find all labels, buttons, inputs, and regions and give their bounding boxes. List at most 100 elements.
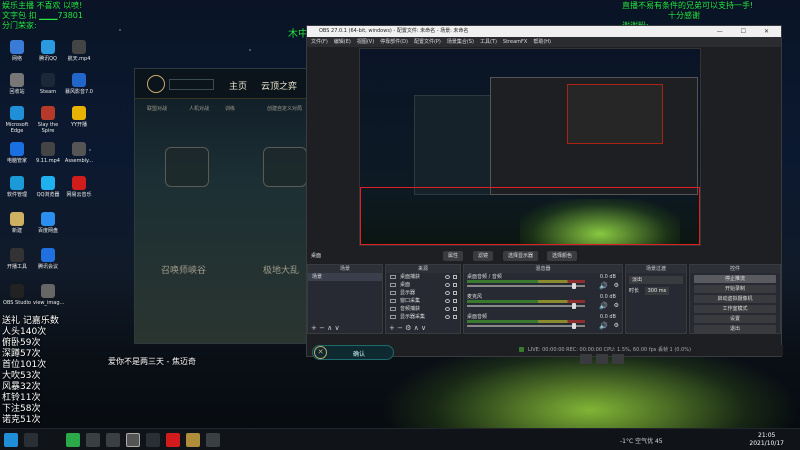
menu-item[interactable]: 配置文件(P) — [414, 39, 441, 45]
nav-tft[interactable]: 云顶之弈 — [261, 79, 297, 92]
visibility-eye-icon[interactable] — [445, 307, 450, 311]
transition-select[interactable]: 淡出 — [629, 276, 683, 284]
confirm-bar[interactable]: ✕ 确认 — [312, 345, 394, 360]
lock-icon[interactable] — [453, 275, 457, 279]
volume-slider-handle[interactable] — [572, 303, 576, 309]
control-button[interactable]: 设置 — [694, 315, 776, 323]
camera-icon[interactable] — [596, 354, 608, 364]
desktop-icon[interactable]: 百度网盘 — [33, 212, 63, 234]
lock-icon[interactable] — [453, 315, 457, 319]
properties-button[interactable]: 属性 — [443, 251, 464, 261]
folder-icon[interactable] — [106, 433, 120, 447]
speaker-icon[interactable]: 🔊 — [599, 322, 608, 330]
lock-icon[interactable] — [453, 283, 457, 287]
desktop-icon[interactable]: 新建 — [2, 212, 32, 234]
league-client-window[interactable]: 主页 云顶之弈 联盟对战 人机对战 训练 创建自定义对局 召唤师峡谷 极地大乱 — [134, 68, 324, 344]
desktop-icon[interactable]: Assembly... — [64, 142, 94, 164]
wechat-icon[interactable] — [66, 433, 80, 447]
desktop-icon[interactable]: 网易云音乐 — [64, 176, 94, 198]
volume-slider[interactable] — [467, 305, 585, 307]
menu-item[interactable]: 工具(T) — [480, 39, 497, 45]
mode-summoners-rift-icon[interactable] — [165, 147, 209, 187]
desktop-icon[interactable]: 腾讯QQ — [33, 40, 63, 62]
volume-slider[interactable] — [467, 285, 585, 287]
gear-icon[interactable]: ⚙ — [614, 302, 619, 309]
control-button[interactable]: 开始录制 — [694, 285, 776, 293]
volume-slider-handle[interactable] — [572, 283, 576, 289]
visibility-eye-icon[interactable] — [445, 315, 450, 319]
confirm-button[interactable]: 确认 — [353, 349, 365, 358]
preview-source-selection[interactable] — [360, 187, 700, 245]
menu-item[interactable]: 视图(V) — [357, 39, 374, 45]
lock-icon[interactable] — [453, 307, 457, 311]
desktop-icon[interactable]: 电脑管家 — [2, 142, 32, 164]
desktop-icon[interactable]: 航天.mp4 — [64, 40, 94, 62]
scene-item[interactable]: 场景 — [308, 273, 382, 281]
desktop-icon[interactable]: 网络 — [2, 40, 32, 62]
visibility-eye-icon[interactable] — [445, 299, 450, 303]
app-taskbar-icon[interactable] — [146, 433, 160, 447]
menu-item[interactable]: 编辑(E) — [334, 39, 351, 45]
file-icon[interactable] — [612, 354, 624, 364]
scenes-footer-controls[interactable]: + − ∧ ∨ — [308, 324, 382, 333]
subnav-training[interactable]: 训练 — [225, 105, 235, 112]
desktop-icon[interactable]: Microsoft Edge — [2, 106, 32, 134]
mode-aram-icon[interactable] — [263, 147, 307, 187]
volume-slider[interactable] — [467, 325, 585, 327]
source-item[interactable]: 桌面捕获 — [386, 273, 460, 281]
obs-window[interactable]: OBS 27.0.1 (64-bit, windows) - 配置文件: 未命名… — [306, 25, 783, 357]
chat-icon[interactable] — [580, 354, 592, 364]
desktop-icon[interactable]: 暴风影音7.0 — [64, 73, 94, 95]
desktop-icon[interactable]: 回收站 — [2, 73, 32, 95]
menu-item[interactable]: 帮助(H) — [533, 39, 551, 45]
menu-item[interactable]: 停靠部件(D) — [380, 39, 408, 45]
gear-icon[interactable]: ⚙ — [614, 322, 619, 329]
obs-taskbar-icon[interactable] — [126, 433, 140, 447]
speaker-icon[interactable]: 🔊 — [599, 302, 608, 310]
source-item[interactable]: 窗口采集 — [386, 297, 460, 305]
control-button[interactable]: 停止推流 — [694, 275, 776, 283]
close-icon[interactable]: ✕ — [314, 346, 327, 359]
nav-home[interactable]: 主页 — [229, 79, 247, 92]
lock-icon[interactable] — [453, 299, 457, 303]
desktop-icon[interactable]: Slay the Spire — [33, 106, 63, 134]
game-taskbar-icon[interactable] — [206, 433, 220, 447]
duration-input[interactable]: 300 ms — [644, 287, 670, 295]
weather-widget[interactable]: -1°C 空气优 45 — [620, 436, 663, 445]
league-logo-icon[interactable] — [147, 75, 165, 93]
select-display-button[interactable]: 选择显示器 — [503, 251, 539, 261]
sources-footer-controls[interactable]: + − ⚙ ∧ ∨ — [386, 324, 460, 333]
speaker-icon[interactable]: 🔊 — [599, 282, 608, 290]
lock-icon[interactable] — [453, 291, 457, 295]
subnav-bots[interactable]: 人机对战 — [189, 105, 209, 112]
desktop-icon[interactable]: 腾讯会议 — [33, 248, 63, 270]
visibility-eye-icon[interactable] — [445, 291, 450, 295]
desktop-icon[interactable]: YY开播 — [64, 106, 94, 128]
netease-music-icon[interactable] — [166, 433, 180, 447]
control-button[interactable]: 退出 — [694, 325, 776, 333]
subnav-custom[interactable]: 创建自定义对局 — [267, 105, 302, 112]
desktop-icon[interactable]: 开播工具 — [2, 248, 32, 270]
subnav-pvp[interactable]: 联盟对战 — [147, 105, 167, 112]
taskbar-clock[interactable]: 21:05 2021/10/17 — [749, 432, 784, 448]
source-item[interactable]: 桌面 — [386, 281, 460, 289]
control-button[interactable]: 启动虚拟摄像机 — [694, 295, 776, 303]
window-controls[interactable]: — ☐ ✕ — [717, 26, 777, 37]
search-icon[interactable] — [24, 433, 38, 447]
desktop-icon[interactable]: Steam — [33, 73, 63, 95]
desktop-icon[interactable]: OBS Studio — [2, 284, 32, 306]
desktop-icon[interactable]: 9.11.mp4 — [33, 142, 63, 164]
source-item[interactable]: 显示器采集 — [386, 313, 460, 321]
menu-item[interactable]: 场景集合(S) — [447, 39, 474, 45]
league-taskbar-icon[interactable] — [186, 433, 200, 447]
league-search-box[interactable] — [169, 79, 214, 90]
gear-icon[interactable]: ⚙ — [614, 282, 619, 289]
select-color-button[interactable]: 选择颜色 — [547, 251, 578, 261]
plane-app-icon[interactable] — [86, 433, 100, 447]
menu-item[interactable]: 文件(F) — [311, 39, 328, 45]
filters-button[interactable]: 滤镜 — [473, 251, 494, 261]
desktop-icon[interactable]: view_imag... — [33, 284, 64, 306]
visibility-eye-icon[interactable] — [445, 275, 450, 279]
start-icon[interactable] — [4, 433, 18, 447]
control-button[interactable]: 工作室模式 — [694, 305, 776, 313]
